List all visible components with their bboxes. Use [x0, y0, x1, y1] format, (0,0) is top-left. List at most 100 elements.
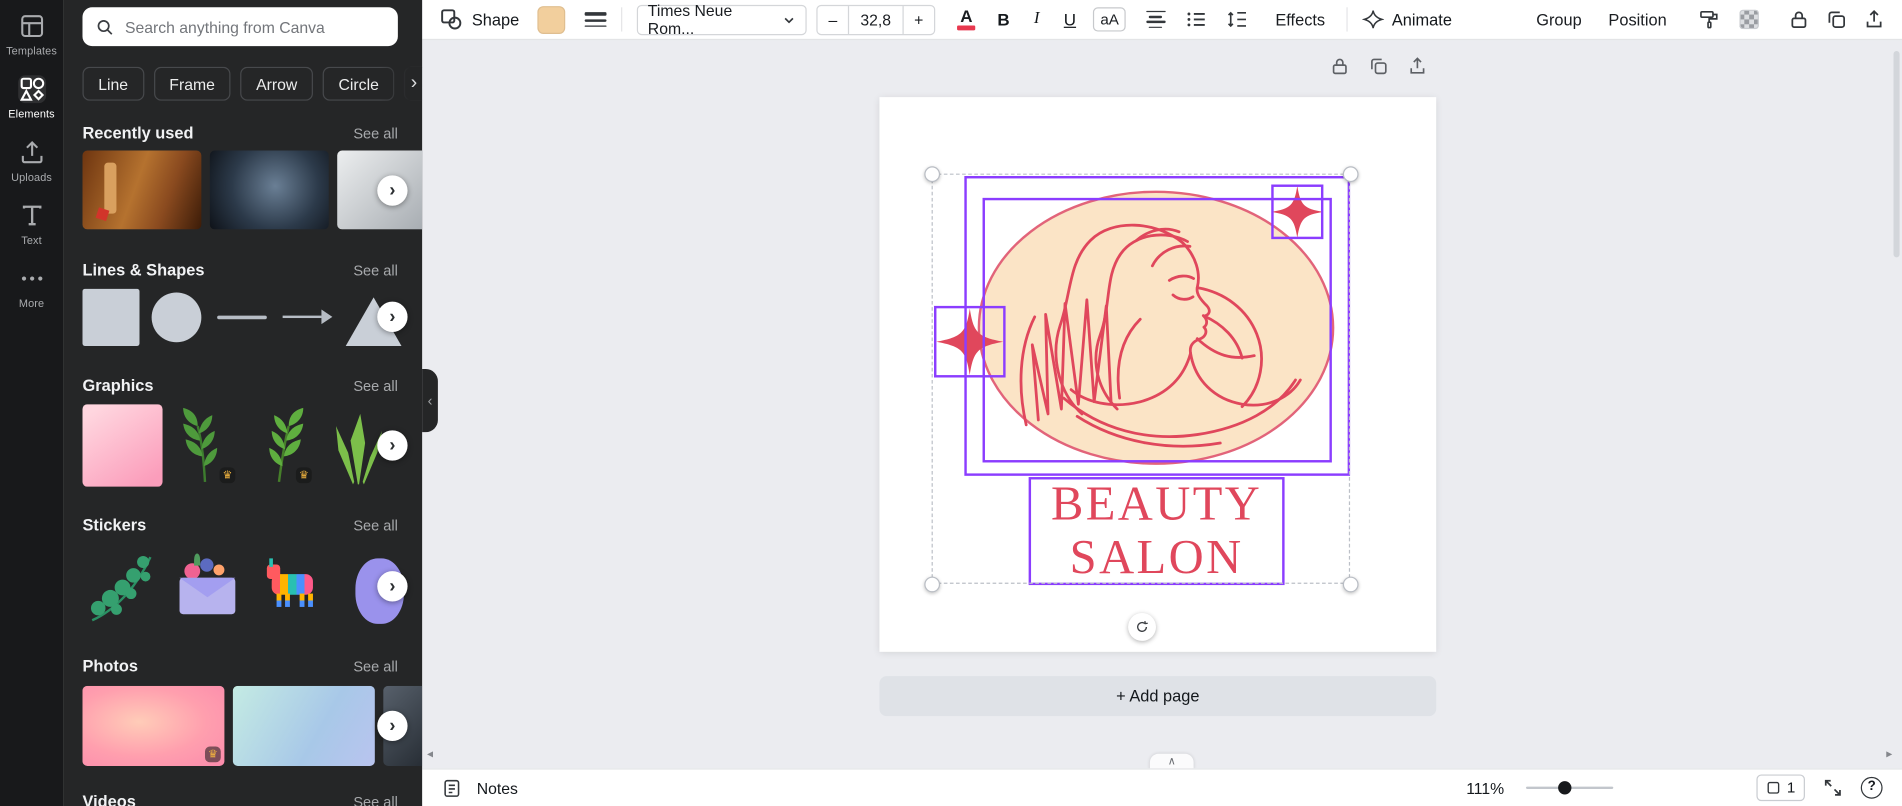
see-all-graphics[interactable]: See all [353, 378, 398, 395]
rotate-handle[interactable] [1128, 612, 1156, 641]
photo-teal-blue-gradient[interactable] [232, 685, 375, 766]
sticker-pinata[interactable] [255, 545, 333, 628]
text-case-button[interactable]: aA [1093, 7, 1127, 32]
shape-line[interactable] [213, 288, 270, 346]
stickers-next-button[interactable] [377, 571, 408, 602]
selection-handle-bottom-left[interactable] [923, 575, 940, 592]
logo-text[interactable]: BEAUTY SALON [1029, 475, 1285, 585]
see-all-photos[interactable]: See all [353, 658, 398, 675]
effects-button[interactable]: Effects [1275, 10, 1325, 28]
templates-icon [18, 12, 46, 40]
logo-text-line1: BEAUTY [1050, 475, 1263, 531]
canva-editor: Templates Elements Uploads Text More Sea… [0, 0, 1902, 806]
sidebar-item-elements[interactable]: Elements [0, 66, 63, 129]
pages-icon [1767, 781, 1780, 794]
list-icon[interactable] [1186, 8, 1208, 30]
chip-line[interactable]: Line [82, 66, 144, 101]
graphic-plant-sprig[interactable] [171, 404, 239, 487]
fullscreen-icon[interactable] [1822, 777, 1844, 799]
font-size-increase-button[interactable]: + [903, 5, 934, 33]
group-button[interactable]: Group [1536, 10, 1582, 28]
italic-button[interactable]: I [1024, 10, 1049, 29]
copy-style-icon[interactable] [1698, 8, 1720, 30]
position-button[interactable]: Position [1608, 10, 1666, 28]
sidebar-item-uploads[interactable]: Uploads [0, 129, 63, 192]
line-spacing-icon[interactable] [1227, 8, 1249, 30]
scroll-left-arrow-icon[interactable] [427, 748, 433, 761]
graphics-next-button[interactable] [377, 430, 408, 461]
notes-button[interactable]: Notes [477, 779, 518, 797]
pro-crown-icon [295, 467, 312, 484]
chip-frame[interactable]: Frame [153, 66, 231, 101]
photos-row [82, 685, 423, 766]
font-size-stepper: – 32,8 + [816, 4, 936, 35]
page-indicator[interactable]: 1 [1756, 774, 1805, 802]
see-all-recently-used[interactable]: See all [353, 125, 398, 142]
photos-next-button[interactable] [377, 710, 408, 742]
export-icon[interactable] [1863, 8, 1885, 30]
lines-shapes-next-button[interactable] [377, 301, 408, 332]
search-bar[interactable] [82, 7, 398, 47]
design-page[interactable]: BEAUTY SALON [879, 97, 1437, 652]
underline-button[interactable]: U [1054, 10, 1086, 29]
recently-used-next-button[interactable] [377, 174, 408, 206]
search-icon [97, 19, 113, 35]
duplicate-icon[interactable] [1826, 8, 1848, 30]
zoom-slider-knob[interactable] [1557, 781, 1572, 795]
recently-used-row [82, 150, 423, 230]
search-input[interactable] [124, 17, 386, 36]
shape-label[interactable]: Shape [472, 10, 519, 28]
recent-image-dark-portrait[interactable] [209, 150, 329, 230]
sidebar-item-more[interactable]: More [0, 255, 63, 318]
page-share-icon[interactable] [1407, 56, 1428, 77]
canvas-area[interactable]: BEAUTY SALON + Add page [422, 38, 1902, 769]
text-color-bar [957, 25, 976, 31]
pro-crown-icon [219, 467, 236, 484]
selection-handle-bottom-right[interactable] [1342, 575, 1358, 592]
lock-icon[interactable] [1788, 8, 1810, 30]
chips-next-icon[interactable] [380, 66, 423, 101]
chip-arrow[interactable]: Arrow [240, 66, 314, 101]
border-style-icon[interactable] [584, 12, 607, 27]
shape-tool-icon[interactable] [439, 7, 463, 31]
section-title-videos: Videos [82, 792, 136, 806]
font-size-decrease-button[interactable]: – [818, 5, 849, 33]
see-all-videos[interactable]: See all [353, 794, 398, 806]
graphic-plant-branch[interactable] [247, 404, 315, 487]
graphic-pink-gradient[interactable] [82, 404, 163, 487]
recent-image-wooden-figure[interactable] [82, 150, 202, 230]
shape-circle[interactable] [148, 288, 205, 346]
fill-color-swatch[interactable] [537, 5, 566, 34]
transparency-icon[interactable] [1739, 9, 1759, 30]
font-family-dropdown[interactable]: Times Neue Rom... [636, 1, 807, 38]
notes-icon[interactable] [442, 777, 463, 798]
panel-collapse-icon[interactable] [422, 369, 438, 433]
hide-toolbar-chevron-icon[interactable] [1149, 753, 1194, 769]
bold-button[interactable]: B [988, 10, 1020, 29]
see-all-lines-shapes[interactable]: See all [353, 262, 398, 279]
text-color-button[interactable]: A [950, 8, 983, 31]
photo-pink-orange-gradient[interactable] [82, 685, 225, 766]
shape-arrow[interactable] [279, 288, 336, 346]
help-icon[interactable] [1860, 776, 1883, 799]
selection-handle-top-right[interactable] [1342, 165, 1358, 182]
text-align-icon[interactable] [1146, 10, 1167, 29]
section-title-lines-shapes: Lines & Shapes [82, 260, 205, 280]
animate-sparkle-icon[interactable] [1362, 8, 1385, 30]
sidebar-item-text[interactable]: Text [0, 192, 63, 255]
selection-handle-top-left[interactable] [923, 165, 940, 182]
add-page-button[interactable]: + Add page [879, 676, 1437, 717]
zoom-slider[interactable] [1526, 781, 1614, 795]
page-duplicate-icon[interactable] [1368, 56, 1389, 77]
shape-square[interactable] [82, 288, 140, 346]
see-all-stickers[interactable]: See all [353, 517, 398, 534]
animate-button[interactable]: Animate [1392, 10, 1452, 28]
font-size-value[interactable]: 32,8 [848, 5, 904, 34]
vertical-scrollbar[interactable] [1893, 50, 1900, 258]
sticker-envelope-flowers[interactable] [169, 545, 247, 628]
scroll-right-arrow-icon[interactable] [1886, 748, 1892, 761]
sidebar-item-templates[interactable]: Templates [0, 2, 63, 65]
section-title-graphics: Graphics [82, 376, 154, 395]
sticker-eucalyptus[interactable] [82, 545, 160, 628]
page-lock-icon[interactable] [1329, 56, 1350, 77]
